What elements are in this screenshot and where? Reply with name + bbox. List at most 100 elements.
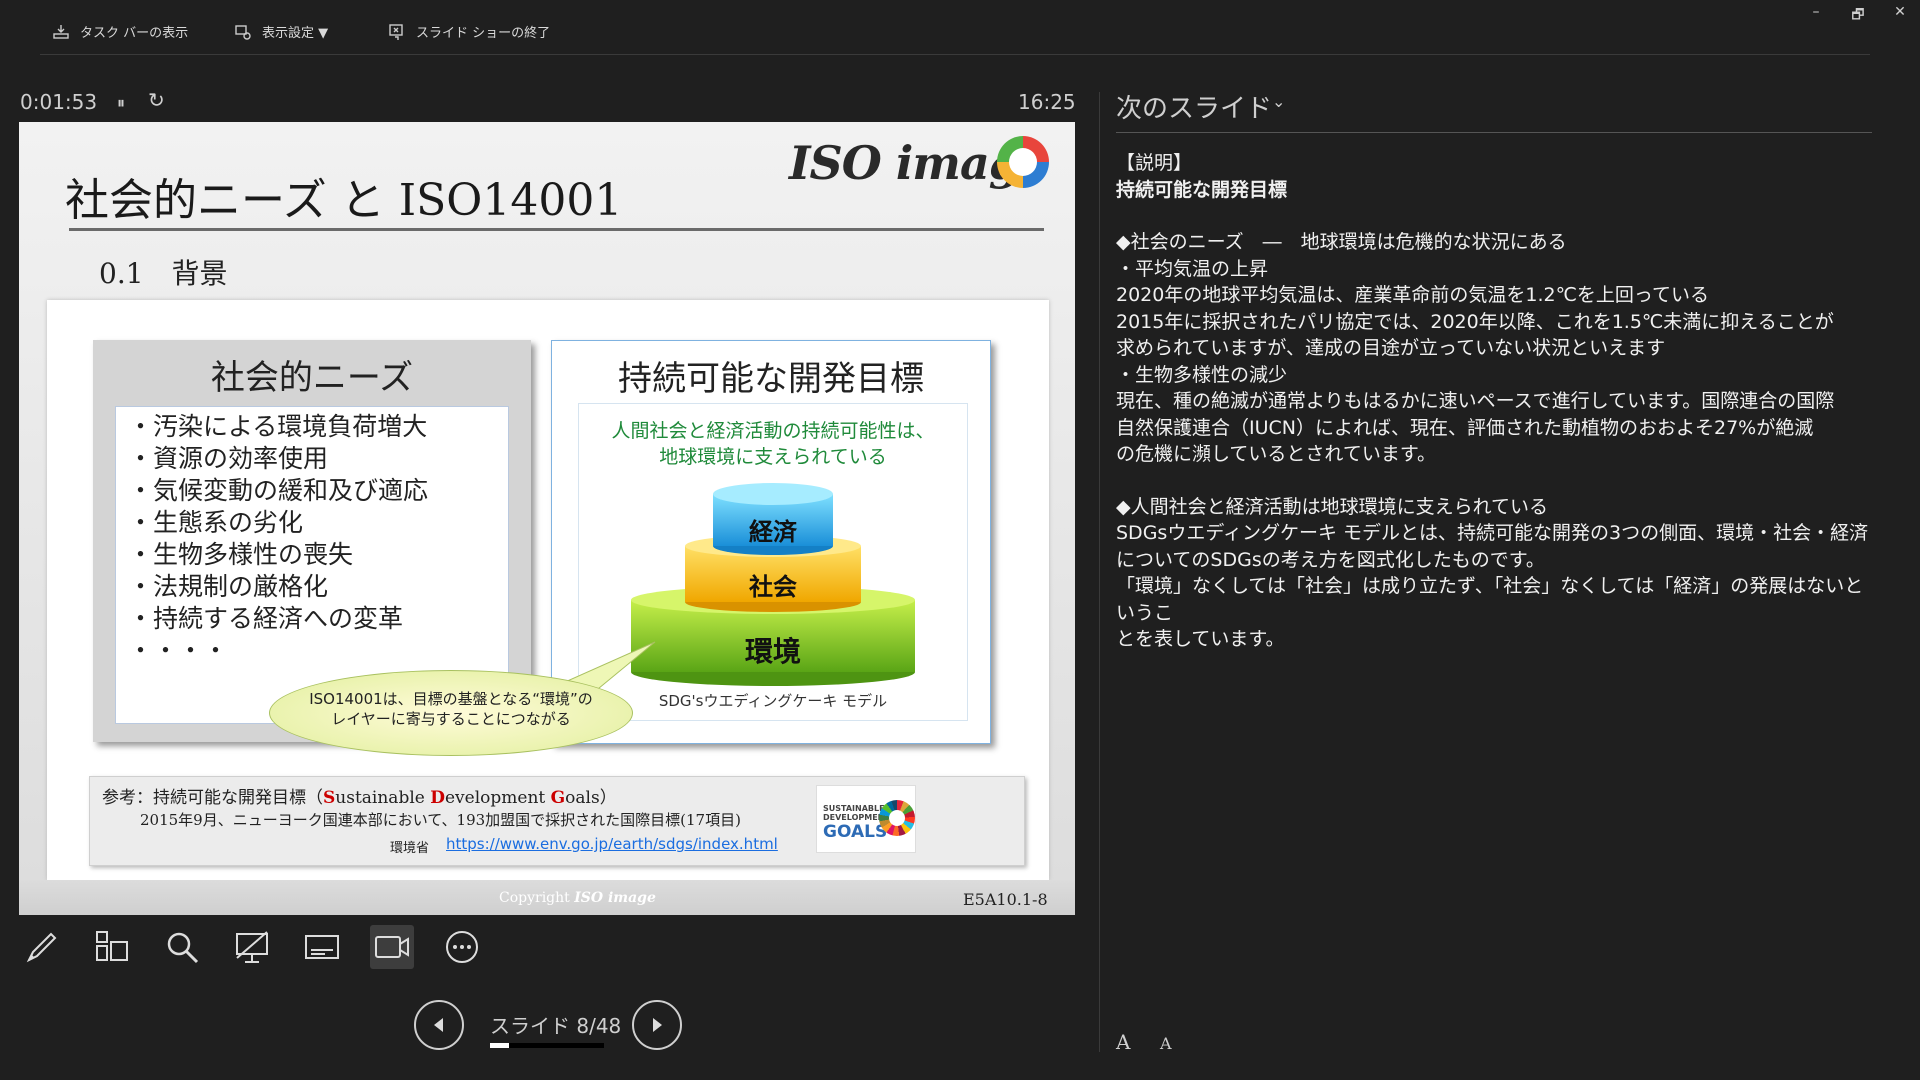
screen-off-icon [236,931,268,963]
camera-button[interactable] [370,925,414,969]
slide-progress-bar [490,1043,604,1048]
slide-title: 社会的ニーズ と ISO14001 [65,175,623,226]
notes-line: の危機に瀕しているとされています。 [1116,443,1436,465]
subtitles-button[interactable] [300,925,344,969]
reference-g: G [550,788,566,808]
copyright-text: Copyright [499,890,570,906]
callout-bubble: ISO14001は、目標の基盤となる“環境”の レイヤーに寄与することにつながる [269,670,633,756]
notes-line: 「環境」なくしては「社会」は成り立たず、「社会」なくしては「経済」の発展はないと… [1116,575,1864,624]
list-item: ・気候変動の緩和及び適応 [128,476,429,505]
social-needs-title: 社会的ニーズ [210,358,414,398]
sdg-title: 持続可能な開発目標 [618,359,924,399]
reference-oals: oals [565,788,600,808]
elapsed-timer: 0:01:53 [20,90,98,114]
sdg-wheel-icon [879,800,915,836]
restart-timer-icon[interactable]: ↻ [148,88,165,112]
end-slideshow-label: スライド ショーの終了 [416,26,551,41]
previous-slide-button[interactable] [414,1000,464,1050]
callout-line2: レイヤーに寄与することにつながる [331,710,571,728]
pause-timer-icon[interactable]: ⏸ [117,93,125,113]
list-item: ・汚染による環境負荷増大 [128,412,428,441]
notes-line: 自然保護連合（IUCN）によれば、現在、評価された動植物のおおよそ27%が絶滅 [1116,416,1814,439]
next-slide-button[interactable] [632,1000,682,1050]
current-slide[interactable]: 社会的ニーズ と ISO14001 ISO image 0.1 背景 社会的ニー… [19,122,1075,915]
sdg-goals-logo: SUSTAINABLE DEVELOPMENT GOALS [816,785,916,853]
black-screen-button[interactable] [230,925,274,969]
increase-font-button[interactable]: A [1116,1030,1130,1054]
list-item: ・資源の効率使用 [128,444,329,473]
next-arrow-icon [653,1018,662,1032]
slide-subtitle: 0.1 背景 [99,257,228,290]
social-needs-list: ・汚染による環境負荷増大 ・資源の効率使用 ・気候変動の緩和及び適応 ・生態系の… [116,407,508,667]
notes-line: SDGsウエディングケーキ モデルとは、持続可能な開発の3つの側面、環境・社会・… [1116,522,1869,544]
display-settings-icon [235,24,251,40]
slide-copyright: Copyright ISO image [499,890,656,906]
notes-line: 【説明】 [1116,152,1193,174]
goals-big-text: GOALS [823,822,888,842]
notes-line: ・平均気温の上昇 [1116,257,1269,280]
taskbar-icon [53,24,69,39]
top-divider [40,54,1870,55]
more-options-button[interactable] [440,925,484,969]
notes-line: 現在、種の絶滅が通常よりもはるかに速いペースで進行しています。国際連合の国際 [1116,390,1835,412]
notes-line: 2020年の地球平均気温は、産業革命前の気温を1.2℃を上回っている [1116,284,1709,306]
more-icon [446,931,478,963]
reference-ministry: 環境省 [390,841,430,856]
chevron-down-icon[interactable]: ⌄ [1272,92,1285,111]
reference-link[interactable]: https://www.env.go.jp/earth/sdgs/index.h… [446,835,778,853]
see-all-slides-button[interactable] [90,925,134,969]
end-slideshow-icon [389,23,403,40]
video-camera-icon [375,936,409,958]
tier-economy-label: 経済 [749,518,797,546]
top-bar: タスク バーの表示 表示設定 ▼ スライド ショーの終了 – 🗗 ✕ [0,0,1920,56]
notes-divider [1116,132,1872,133]
pane-divider[interactable] [1099,92,1100,1052]
title-underline [69,228,1044,231]
close-button[interactable]: ✕ [1888,4,1912,20]
callout-line1: ISO14001は、目標の基盤となる“環境”の [309,690,593,708]
reference-description: 2015年9月、ニューヨーク国連本部において、193加盟国で採択された国際目標(… [140,811,741,829]
display-settings-button[interactable]: 表示設定 ▼ [234,22,328,41]
restore-button[interactable]: 🗗 [1846,4,1870,28]
zoom-button[interactable] [160,925,204,969]
notes-line: とを表しています。 [1116,628,1285,650]
notes-line: ◆社会のニーズ ― 地球環境は危機的な状況にある [1116,231,1567,253]
reference-suffix: ） [599,788,617,808]
grid-icon [96,931,128,961]
subtitles-icon [305,935,339,959]
sdg-statement-line2: 地球環境に支えられている [659,446,887,468]
pen-tool-button[interactable] [20,925,64,969]
reference-title: 参考：持続可能な開発目標（Sustainable Development Goa… [102,783,617,808]
notes-line: ◆人間社会と経済活動は地球環境に支えられている [1116,495,1549,518]
previous-arrow-icon [434,1018,443,1032]
next-slide-title[interactable]: 次のスライド [1116,88,1272,125]
list-item: ・・・・ [128,636,229,665]
pen-icon [26,932,57,963]
notes-line: についてのSDGsの考え方を図式化したものです。 [1116,548,1545,571]
speaker-notes[interactable]: 【説明】 持続可能な開発目標 ◆社会のニーズ ― 地球環境は危機的な状況にある … [1116,150,1876,653]
tier-society-label: 社会 [749,573,797,601]
reference-s: S [323,788,336,808]
slide-progress-fill [490,1043,510,1048]
reference-ustainable: ustainable [335,788,431,808]
logo-ring-icon [997,136,1049,188]
list-item: ・生態系の劣化 [128,508,304,537]
notes-line: ・生物多様性の減少 [1116,363,1288,386]
notes-line: 求められていますが、達成の目途が立っていない状況といえます [1116,337,1666,359]
list-item: ・法規制の厳格化 [128,572,329,601]
reference-prefix: 参考：持続可能な開発目標（ [102,788,323,808]
decrease-font-button[interactable]: A [1160,1034,1172,1053]
sdg-statement: 人間社会と経済活動の持続可能性は、 地球環境に支えられている [579,418,967,470]
notes-line: 持続可能な開発目標 [1116,178,1288,201]
end-slideshow-button[interactable]: スライド ショーの終了 [388,22,550,41]
search-icon [167,932,199,964]
show-taskbar-button[interactable]: タスク バーの表示 [52,22,188,41]
slide-counter[interactable]: スライド 8/48 [490,1010,621,1039]
notes-gap [1116,468,1876,494]
notes-gap [1116,203,1876,229]
current-time: 16:25 [1018,90,1076,114]
sdg-statement-line1: 人間社会と経済活動の持続可能性は、 [611,420,935,442]
minimize-button[interactable]: – [1804,4,1828,20]
tier-top-top [713,483,833,505]
reference-d: D [430,788,445,808]
